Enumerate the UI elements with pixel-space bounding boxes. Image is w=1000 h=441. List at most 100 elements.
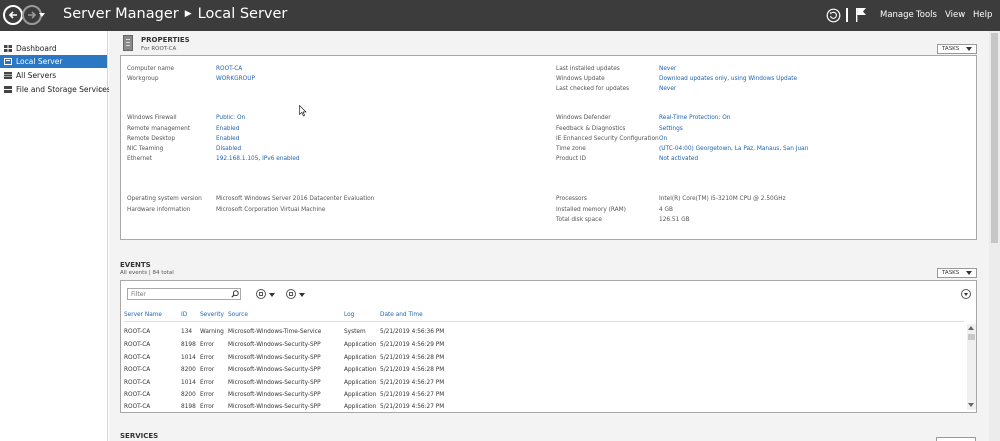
local-server-icon <box>4 58 12 65</box>
events-title: EVENTS <box>120 261 151 269</box>
remote-desktop-link[interactable]: Enabled <box>216 136 239 142</box>
cell-source: Microsoft-Windows-Security-SPP <box>228 367 321 373</box>
cell-source: Microsoft-Windows-Security-SPP <box>228 342 321 348</box>
prop-label: Remote management <box>127 126 191 132</box>
cell-id: 8200 <box>181 367 196 373</box>
column-header-severity[interactable]: Severity <box>200 312 224 318</box>
events-subtitle: All events | 84 total <box>120 270 174 276</box>
last-checked-updates-link[interactable]: Never <box>659 86 676 92</box>
cell-severity: Error <box>200 367 215 373</box>
expand-arrow-icon[interactable]: ▷ <box>99 83 104 96</box>
cell-server: ROOT-CA <box>124 380 151 386</box>
events-tasks-button[interactable]: TASKS <box>937 268 977 278</box>
sidebar-item-label: Dashboard <box>16 44 57 53</box>
cell-log: Application <box>344 367 377 373</box>
windows-defender-link[interactable]: Real-Time Protection: On <box>659 115 730 121</box>
cell-server: ROOT-CA <box>124 367 151 373</box>
column-header-source[interactable]: Source <box>228 312 248 318</box>
properties-tasks-button[interactable]: TASKS <box>937 44 977 54</box>
ie-esc-link[interactable]: On <box>659 136 667 142</box>
filter-input[interactable] <box>127 288 241 300</box>
services-tasks-button[interactable] <box>936 437 976 441</box>
nic-teaming-link[interactable]: Disabled <box>216 146 241 152</box>
server-manager-window: Server Manager ▶ Local Server Manage Tools… <box>0 0 1000 441</box>
cell-log: Application <box>344 380 377 386</box>
scrollbar-thumb[interactable] <box>968 334 975 340</box>
page-scrollbar[interactable] <box>989 31 1000 441</box>
computer-name-link[interactable]: ROOT-CA <box>216 66 242 72</box>
title-bar: Server Manager ▶ Local Server Manage Tools… <box>0 0 1000 31</box>
save-query-icon[interactable] <box>286 289 296 299</box>
chevron-down-icon[interactable] <box>299 293 305 297</box>
column-header-date-time[interactable]: Date and Time <box>380 312 423 318</box>
file-storage-icon <box>4 86 12 93</box>
scroll-down-icon[interactable] <box>968 403 974 407</box>
cell-id: 8200 <box>181 392 196 398</box>
cell-severity: Error <box>200 380 215 386</box>
last-installed-updates-link[interactable]: Never <box>659 66 676 72</box>
prop-label: Total disk space <box>556 217 602 223</box>
refresh-icon[interactable] <box>826 8 841 23</box>
cell-server: ROOT-CA <box>124 392 151 398</box>
prop-label: Remote Desktop <box>127 136 176 142</box>
cell-severity: Error <box>200 342 215 348</box>
column-header-id[interactable]: ID <box>181 312 187 318</box>
cell-log: Application <box>344 392 377 398</box>
prop-label: Windows Firewall <box>127 115 177 121</box>
query-list-icon[interactable] <box>256 289 266 299</box>
chevron-down-icon[interactable] <box>269 293 275 297</box>
notification-flag-icon[interactable] <box>855 7 867 23</box>
prop-label: Hardware information <box>127 207 191 213</box>
events-scrollbar[interactable] <box>967 324 976 410</box>
cell-severity: Error <box>200 404 215 410</box>
sidebar-item-all-servers[interactable]: All Servers <box>0 69 107 82</box>
chevron-down-icon <box>966 47 972 51</box>
menu-view[interactable]: View <box>945 10 965 20</box>
firewall-link[interactable]: Public: On <box>216 115 245 121</box>
tasks-label: TASKS <box>942 270 960 276</box>
cell-source: Microsoft-Windows-Security-SPP <box>228 355 321 361</box>
search-icon[interactable] <box>231 290 239 298</box>
hardware-info-value: Microsoft Corporation Virtual Machine <box>216 207 326 213</box>
time-zone-link[interactable]: (UTC-04:00) Georgetown, La Paz, Manaus, … <box>659 146 808 152</box>
windows-update-link[interactable]: Download updates only, using Windows Upd… <box>659 76 797 82</box>
properties-panel: Computer name ROOT-CA Workgroup WORKGROU… <box>120 55 977 240</box>
sidebar-item-dashboard[interactable]: Dashboard <box>0 42 107 55</box>
services-title: SERVICES <box>120 432 159 440</box>
events-panel: Server Name ID Severity Source Log Date … <box>120 280 977 413</box>
ethernet-link[interactable]: 192.168.1.105, IPv6 enabled <box>216 156 300 162</box>
menu-manage[interactable]: Manage <box>880 10 914 20</box>
sidebar-item-file-storage[interactable]: File and Storage Services ▷ <box>0 83 111 96</box>
cell-server: ROOT-CA <box>124 404 151 410</box>
prop-label: Processors <box>556 196 587 202</box>
cell-id: 1014 <box>181 355 196 361</box>
scroll-up-icon[interactable] <box>968 326 974 330</box>
toolbar-divider <box>846 8 848 22</box>
prop-label: Operating system version <box>127 196 202 202</box>
scrollbar-thumb[interactable] <box>991 33 998 243</box>
workgroup-link[interactable]: WORKGROUP <box>216 76 255 82</box>
sidebar: Dashboard Local Server All Servers File … <box>0 31 111 441</box>
remote-management-link[interactable]: Enabled <box>216 126 239 132</box>
cell-server: ROOT-CA <box>124 342 151 348</box>
cell-date: 5/21/2019 4:56:36 PM <box>380 329 445 335</box>
menu-help[interactable]: Help <box>973 10 992 20</box>
menu-tools[interactable]: Tools <box>916 10 937 20</box>
feedback-settings-link[interactable]: Settings <box>659 126 683 132</box>
prop-label: Workgroup <box>127 76 159 82</box>
tasks-label: TASKS <box>942 46 960 52</box>
product-id-link[interactable]: Not activated <box>659 156 698 162</box>
history-dropdown-icon[interactable] <box>38 11 46 19</box>
cell-source: Microsoft-Windows-Security-SPP <box>228 404 321 410</box>
cell-log: Application <box>344 404 377 410</box>
cell-log: Application <box>344 355 377 361</box>
column-header-log[interactable]: Log <box>344 312 354 318</box>
cell-id: 8198 <box>181 342 196 348</box>
back-arrow-icon[interactable] <box>3 5 23 25</box>
column-header-server-name[interactable]: Server Name <box>124 312 162 318</box>
expand-collapse-icon[interactable] <box>961 289 971 299</box>
prop-label: Ethernet <box>127 156 152 162</box>
cell-id: 8198 <box>181 404 196 410</box>
sidebar-item-local-server[interactable]: Local Server <box>0 55 107 68</box>
prop-label: Feedback & Diagnostics <box>556 126 626 132</box>
